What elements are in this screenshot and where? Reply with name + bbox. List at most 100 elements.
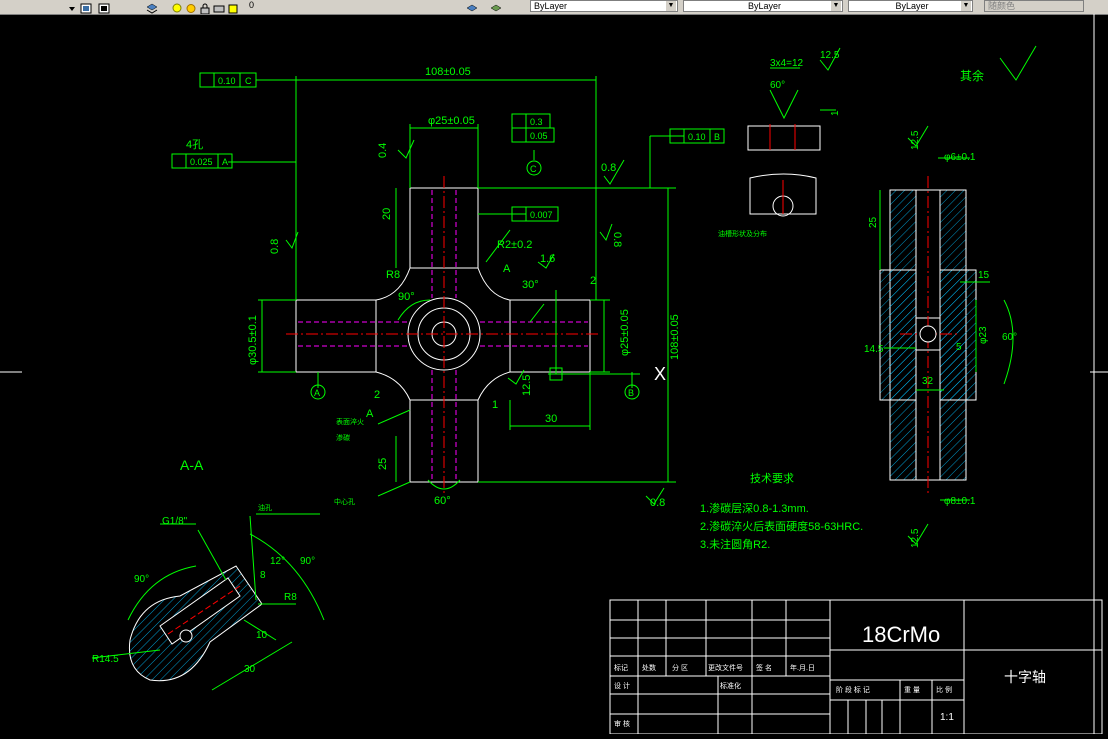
dim-2b: 2	[374, 389, 380, 401]
dim-2: 2	[590, 275, 596, 287]
dim-32: 32	[922, 376, 934, 387]
linetype-combo-value: ByLayer	[747, 1, 782, 11]
dropdown-arrow-icon[interactable]	[66, 1, 78, 12]
color-swatch-icon[interactable]	[227, 1, 239, 14]
notes-line1: 1.渗碳层深0.8-1.3mm.	[700, 501, 809, 515]
rough-125b: 12.5	[820, 50, 840, 61]
color-combo[interactable]: ByLayer ▼	[530, 0, 678, 12]
dim-12deg: 12°	[270, 556, 285, 567]
tb-sign: 签 名	[756, 663, 772, 672]
tb-design: 设 计	[614, 681, 630, 690]
tb-check: 审 核	[614, 719, 630, 728]
tb-mark: 标记	[614, 663, 628, 672]
dim-5: 5	[956, 342, 962, 353]
make-current-icon[interactable]	[466, 1, 478, 12]
note-small-b: 渗碳	[336, 433, 350, 442]
scale-value: 1:1	[940, 712, 954, 723]
side-section-view	[879, 176, 977, 494]
rough-125c: 12.5	[910, 130, 921, 150]
plotstyle-combo-value: 随颜色	[988, 1, 1016, 11]
dim-90c: 90°	[300, 556, 315, 567]
tb-weight: 重 量	[904, 686, 920, 694]
label-aa: A-A	[180, 457, 204, 473]
tb-doc: 更改文件号	[708, 663, 743, 672]
note-oil-hole: 油孔	[258, 503, 272, 512]
dim-d30: φ30.5±0.1	[247, 315, 259, 365]
lineweight-combo[interactable]: ByLayer ▼	[848, 0, 973, 12]
dim-25b: 25	[868, 216, 879, 228]
dim-r145: R14.5	[92, 654, 119, 665]
rough-08c: 0.8	[601, 162, 616, 174]
datum-a: A	[314, 388, 320, 398]
lineweight-combo-value: ByLayer	[895, 1, 929, 11]
dim-10: 10	[256, 630, 268, 641]
dim-g18: G1/8"	[162, 516, 188, 527]
dim-height-108: 108±0.05	[669, 314, 681, 360]
gdt-flat-ref: C	[245, 76, 252, 86]
label-4-holes: 4孔	[186, 138, 203, 151]
color-combo-arrow-icon[interactable]: ▼	[666, 1, 676, 11]
dim-60b: 60°	[770, 80, 785, 91]
label-a2: A	[366, 408, 374, 420]
dim-60deg: 60°	[434, 495, 451, 507]
dim-60c: 60°	[1002, 332, 1017, 343]
dim-145: 14.5	[864, 344, 884, 355]
dim-90b: 90°	[134, 574, 149, 585]
lineweight-combo-arrow-icon[interactable]: ▼	[961, 1, 971, 11]
dim-width-108: 108±0.05	[425, 66, 471, 78]
right-arm	[509, 299, 591, 373]
dim-90deg: 90°	[398, 291, 415, 303]
lightbulb-icon[interactable]	[171, 1, 183, 13]
spline-detail	[747, 125, 821, 217]
dim-25: 25	[377, 458, 389, 470]
left-arm	[295, 299, 377, 373]
linetype-combo-arrow-icon[interactable]: ▼	[831, 1, 841, 11]
lock-icon[interactable]	[199, 1, 211, 15]
dim-d25: φ25±0.05	[428, 115, 475, 127]
linetype-combo[interactable]: ByLayer ▼	[683, 0, 843, 12]
dim-r8b: R8	[284, 592, 297, 603]
layer-combo-value: 0	[249, 0, 255, 10]
gdt-005: 0.05	[530, 131, 548, 141]
drawing-canvas[interactable]: 108±0.05 φ25±0.05 108±0.05 φ30.5±0.1 φ25…	[0, 14, 1108, 735]
rough-08b: 0.8	[611, 232, 623, 247]
main-center-lines	[286, 176, 600, 494]
sun-icon[interactable]	[185, 1, 197, 13]
dim-d8: φ8±0.1	[944, 496, 976, 507]
notes-line3: 3.未注圆角R2.	[700, 537, 770, 551]
note-center-hole: 中心孔	[334, 497, 355, 506]
rough-125a: 12.5	[521, 375, 533, 396]
technical-notes: 技术要求 1.渗碳层深0.8-1.3mm. 2.渗碳淬火后表面硬度58-63HR…	[700, 472, 863, 551]
gdt-flat-value: 0.10	[218, 76, 236, 86]
dim-20: 20	[381, 208, 393, 220]
gdt-perp-ref: B	[714, 132, 720, 142]
tb-zone: 分 区	[672, 663, 688, 672]
color-combo-value: ByLayer	[534, 1, 568, 11]
plotstyle-combo[interactable]: 随颜色	[984, 0, 1084, 12]
notes-title: 技术要求	[750, 472, 794, 485]
dim-d25-right: φ25±0.05	[619, 309, 631, 356]
main-dimension-text: 108±0.05 φ25±0.05 108±0.05 φ30.5±0.1 φ25…	[180, 66, 681, 509]
rough-other: 其余	[960, 68, 984, 83]
datum-b: B	[628, 388, 634, 398]
dim-30deg: 30°	[522, 279, 539, 291]
layer-manager-icon[interactable]	[80, 1, 92, 14]
rough-08: 0.8	[269, 239, 281, 254]
dim-1b: 1	[830, 110, 841, 116]
gdt-cyl: 0.007	[530, 210, 553, 220]
layer-state-icon[interactable]	[98, 1, 110, 14]
dim-1: 1	[492, 399, 498, 411]
rough-04: 0.4	[377, 143, 389, 158]
dim-r8: R8	[386, 269, 400, 281]
dim-d6: φ6±0.1	[944, 152, 976, 163]
printer-icon[interactable]	[213, 1, 225, 13]
layer-previous-icon[interactable]	[490, 1, 502, 12]
material-name: 18CrMo	[862, 622, 940, 647]
datum-c: C	[530, 164, 537, 174]
tb-count: 处数	[642, 663, 656, 672]
tb-std: 标准化	[720, 681, 741, 690]
layers-icon[interactable]	[146, 1, 158, 14]
layer-combo[interactable]: 0	[246, 0, 446, 12]
properties-toolbar: 0 ByLayer ▼ ByLayer ▼ ByLayer ▼ 随颜色	[0, 0, 1108, 15]
note-small-a: 表面淬火	[336, 417, 364, 426]
